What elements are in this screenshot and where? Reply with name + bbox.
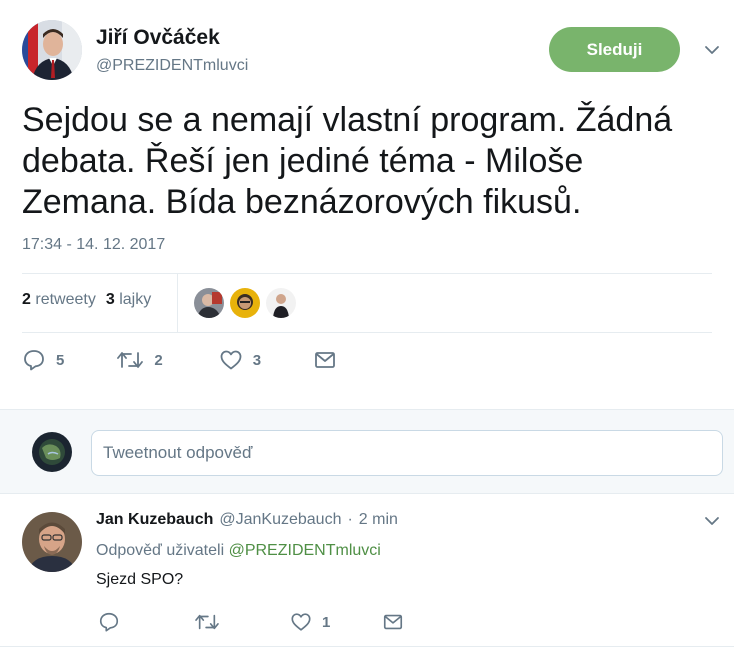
reply-text: Sjezd SPO?: [96, 571, 184, 588]
liker-avatar[interactable]: [194, 288, 224, 318]
reply-author-name[interactable]: Jan Kuzebauch: [96, 511, 213, 529]
reply-actions: 1: [98, 611, 404, 633]
reply-composer: [0, 409, 734, 494]
message-icon[interactable]: [382, 611, 404, 633]
reply-icon[interactable]: [98, 611, 120, 633]
reply-count: 5: [56, 351, 65, 369]
author-handle[interactable]: @PREZIDENTmluvci: [96, 57, 248, 75]
likes-count: 3: [105, 291, 115, 308]
reply-icon[interactable]: [22, 348, 46, 372]
tweet-stats: 2 retweety 3 lajky: [22, 291, 151, 309]
reply-author-avatar[interactable]: [22, 512, 82, 572]
tweet-timestamp[interactable]: 17:34 - 14. 12. 2017: [22, 236, 165, 254]
tweet-actions: 5 2 3: [22, 348, 337, 372]
reply-retweet-action[interactable]: [194, 611, 220, 633]
retweet-action[interactable]: 2: [116, 348, 163, 372]
divider: [22, 273, 712, 274]
like-icon[interactable]: [290, 611, 312, 633]
author-avatar[interactable]: [22, 20, 82, 80]
like-action[interactable]: 3: [219, 348, 261, 372]
retweet-icon[interactable]: [116, 348, 144, 372]
author-name[interactable]: Jiří Ovčáček: [96, 26, 220, 50]
reply-message-action[interactable]: [382, 611, 404, 633]
likes-label: lajky: [119, 291, 152, 308]
reply-like-count: 1: [322, 613, 331, 631]
reply-context: Odpověď uživateli @PREZIDENTmluvci: [96, 542, 381, 560]
reply-author-handle[interactable]: @JanKuzebauch: [219, 511, 341, 529]
liker-avatar[interactable]: [230, 288, 260, 318]
like-count: 3: [252, 351, 262, 369]
liker-avatar[interactable]: [266, 288, 296, 318]
reply-to-prefix: Odpověď uživateli: [96, 542, 225, 559]
retweets-label: retweety: [35, 291, 96, 308]
retweet-icon[interactable]: [194, 611, 220, 633]
like-icon[interactable]: [219, 348, 243, 372]
likers-avatars: [194, 288, 296, 318]
reply-header: Jan Kuzebauch @JanKuzebauch · 2 min: [96, 511, 398, 529]
likes-stat[interactable]: 3 lajky: [106, 291, 151, 309]
reply-input[interactable]: [91, 430, 723, 476]
current-user-avatar[interactable]: [32, 432, 72, 472]
chevron-down-icon[interactable]: [704, 42, 720, 58]
reply-reply-action[interactable]: [98, 611, 120, 633]
message-action[interactable]: [313, 348, 337, 372]
reply-separator: ·: [347, 511, 353, 528]
retweets-count: 2: [22, 291, 31, 308]
reply-like-action[interactable]: 1: [290, 611, 330, 633]
retweet-count: 2: [154, 351, 163, 369]
reply-action[interactable]: 5: [22, 348, 64, 372]
stats-separator: [177, 274, 178, 332]
tweet-text: Sejdou se a nemají vlastní program. Žádn…: [22, 101, 673, 221]
reply-to-handle-link[interactable]: @PREZIDENTmluvci: [229, 542, 381, 559]
divider: [22, 332, 712, 333]
follow-button[interactable]: Sleduji: [549, 27, 680, 72]
chevron-down-icon[interactable]: [704, 513, 720, 529]
reply-time[interactable]: 2 min: [359, 511, 398, 529]
retweets-stat[interactable]: 2 retweety: [22, 291, 96, 309]
divider: [0, 646, 734, 647]
message-icon[interactable]: [313, 348, 337, 372]
